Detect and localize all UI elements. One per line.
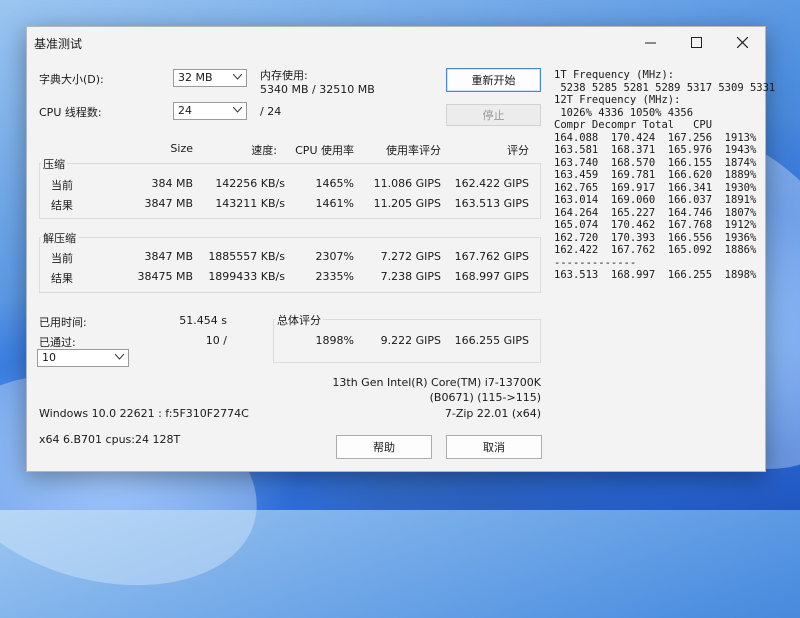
log-line: 165.074 170.462 167.768 1912%: [554, 219, 757, 231]
cell-speed: 1885557 KB/s: [208, 250, 285, 263]
close-button[interactable]: [719, 27, 765, 57]
cell-rpu: 11.205 GIPS: [373, 197, 441, 210]
elapsed-label: 已用时间:: [39, 316, 87, 329]
benchmark-window: 基准测试 字典大小(D): 32 MB CPU 线程数: 24 / 24 内存使…: [26, 26, 776, 472]
passes-value: 10 /: [205, 334, 227, 347]
cell-size: 384 MB: [151, 177, 193, 190]
stop-button[interactable]: 停止: [446, 104, 541, 126]
log-line: 163.513 168.997 166.255 1898%: [554, 269, 757, 281]
threads-total: / 24: [260, 105, 282, 118]
decompress-group: [39, 237, 541, 293]
row-label: 结果: [51, 272, 73, 285]
cell-usage: 2335%: [315, 270, 354, 283]
cell-usage: 2307%: [315, 250, 354, 263]
minimize-button[interactable]: [627, 27, 673, 57]
cell-size: 3847 MB: [144, 250, 193, 263]
arch-info: x64 6.B701 cpus:24 128T: [39, 433, 181, 446]
dict-size-value: 32 MB: [178, 71, 213, 84]
cell-rating: 168.997 GIPS: [454, 270, 529, 283]
header-size: Size: [170, 142, 193, 155]
total-usage: 1898%: [315, 334, 354, 347]
cell-speed: 142256 KB/s: [215, 177, 285, 190]
elapsed-value: 51.454 s: [179, 314, 227, 327]
memory-label: 内存使用:: [260, 69, 308, 82]
window-title: 基准测试: [34, 37, 83, 51]
threads-label: CPU 线程数:: [39, 106, 102, 119]
passes-select[interactable]: 10: [37, 349, 129, 367]
passes-label: 已通过:: [39, 336, 76, 349]
cell-rating: 162.422 GIPS: [454, 177, 529, 190]
header-rating-per-usage: 使用率评分: [386, 144, 441, 157]
maximize-icon: [690, 36, 702, 48]
log-line: 162.720 170.393 166.556 1936%: [554, 231, 757, 244]
cell-speed: 143211 KB/s: [215, 197, 285, 210]
restart-button-label: 重新开始: [471, 74, 516, 87]
restart-button[interactable]: 重新开始: [446, 68, 541, 92]
log-line: 163.581 168.371 165.976 1943%: [554, 144, 757, 156]
cell-rpu: 11.086 GIPS: [373, 177, 441, 190]
cpu-name: 13th Gen Intel(R) Core(TM) i7-13700K: [332, 376, 541, 389]
log-line: 162.422 167.762 165.092 1886%: [554, 244, 757, 256]
row-label: 当前: [51, 252, 73, 265]
log-line: 163.459 169.781 166.620 1889%: [554, 169, 757, 181]
log-line: -------------: [554, 256, 637, 269]
log-line: 5238 5285 5281 5289 5317 5309 5331: [554, 81, 776, 94]
dict-size-select[interactable]: 32 MB: [173, 69, 247, 87]
version-info: 7-Zip 22.01 (x64): [444, 407, 541, 420]
os-info: Windows 10.0 22621 : f:5F310F2774C: [39, 407, 249, 420]
dict-size-label: 字典大小(D):: [39, 73, 104, 86]
log-line: 164.088 170.424 167.256 1913%: [554, 131, 757, 144]
maximize-button[interactable]: [673, 27, 719, 57]
log-line: 163.014 169.060 166.037 1891%: [554, 194, 757, 206]
compress-group: [39, 163, 541, 219]
cell-rpu: 7.272 GIPS: [380, 250, 441, 263]
title-bar[interactable]: 基准测试: [27, 27, 765, 57]
cancel-button[interactable]: 取消: [446, 435, 542, 459]
cell-size: 38475 MB: [137, 270, 193, 283]
log-line: 163.740 168.570 166.155 1874%: [554, 156, 757, 169]
cancel-button-label: 取消: [483, 441, 505, 454]
help-button[interactable]: 帮助: [336, 435, 432, 459]
minimize-icon: [644, 42, 656, 43]
total-rating-title: 总体评分: [275, 312, 323, 328]
header-speed: 速度:: [251, 144, 277, 157]
row-label: 当前: [51, 179, 73, 192]
cell-size: 3847 MB: [144, 197, 193, 210]
threads-value: 24: [178, 104, 192, 117]
compress-title: 压缩: [41, 156, 67, 172]
frequency-log-panel: 1T Frequency (MHz): 5238 5285 5281 5289 …: [554, 69, 776, 282]
log-line: 1T Frequency (MHz):: [554, 69, 675, 81]
cell-speed: 1899433 KB/s: [208, 270, 285, 283]
decompress-title: 解压缩: [41, 230, 78, 246]
log-line: 162.765 169.917 166.341 1930%: [554, 181, 757, 194]
chevron-down-icon: [233, 107, 242, 113]
log-line: 164.264 165.227 164.746 1807%: [554, 206, 757, 219]
total-rating: 166.255 GIPS: [454, 334, 529, 347]
row-label: 结果: [51, 199, 73, 212]
close-icon: [736, 36, 748, 48]
header-rating: 评分: [507, 144, 529, 157]
threads-select[interactable]: 24: [173, 102, 247, 120]
help-button-label: 帮助: [373, 441, 395, 454]
cell-usage: 1465%: [315, 177, 354, 190]
chevron-down-icon: [115, 354, 124, 360]
header-cpu-usage: CPU 使用率: [295, 144, 354, 157]
chevron-down-icon: [233, 74, 242, 80]
cell-rating: 163.513 GIPS: [454, 197, 529, 210]
cell-rating: 167.762 GIPS: [454, 250, 529, 263]
passes-select-value: 10: [42, 351, 56, 364]
total-rpu: 9.222 GIPS: [380, 334, 441, 347]
log-line: 12T Frequency (MHz):: [554, 94, 681, 106]
log-line: 1026% 4336 1050% 4356: [554, 106, 694, 119]
memory-value: 5340 MB / 32510 MB: [260, 83, 375, 96]
cell-rpu: 7.238 GIPS: [380, 270, 441, 283]
cpu-detail: (B0671) (115->115): [429, 391, 541, 404]
cell-usage: 1461%: [315, 197, 354, 210]
stop-button-label: 停止: [482, 109, 505, 122]
log-line: Compr Decompr Total CPU: [554, 119, 713, 131]
